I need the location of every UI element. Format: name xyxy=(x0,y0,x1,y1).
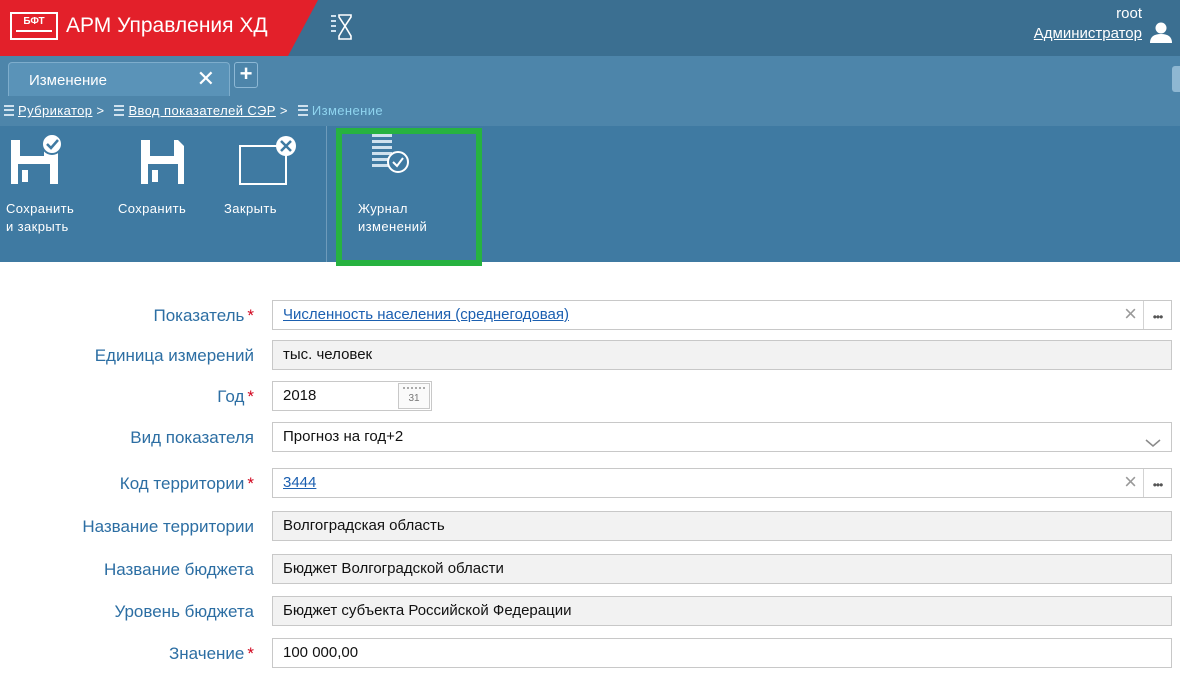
territory-code-label: Код территории * xyxy=(119,474,254,493)
breadcrumb: Рубрикатор > Ввод показателей СЭР > Измене… xyxy=(0,96,1180,126)
row-territory-code: Код территории * 3444 × ••• xyxy=(0,468,1180,500)
list-icon xyxy=(297,105,308,116)
breadcrumb-item-current: Изменение xyxy=(311,103,383,118)
user-name: root xyxy=(1116,5,1142,22)
unit-field: тыс. человек xyxy=(272,340,1172,370)
hourglass-icon[interactable] xyxy=(330,14,352,43)
highlight-frame xyxy=(336,128,482,266)
user-role[interactable]: Администратор xyxy=(1034,24,1142,44)
budget-name-label: Название бюджета xyxy=(103,560,254,579)
app-title: АРМ Управления ХД xyxy=(66,14,268,37)
territory-code-field[interactable]: 3444 × ••• xyxy=(272,468,1172,498)
row-indicator: Показатель * Численность населения (средн… xyxy=(0,300,1180,332)
title-bar: БФТ АРМ Управления ХД root Администратор xyxy=(0,0,1180,56)
tab-change[interactable]: Изменение ✕ xyxy=(8,62,230,96)
save-button[interactable]: Сохранить xyxy=(118,126,210,262)
row-territory-name: Название территории Волгоградская област… xyxy=(0,511,1180,543)
year-value: 2018 xyxy=(283,387,317,404)
clear-icon[interactable]: × xyxy=(1124,301,1137,327)
list-icon xyxy=(4,105,14,116)
close-form-icon xyxy=(239,136,296,185)
kind-value: Прогноз на год+2 xyxy=(283,428,404,445)
budget-level-label: Уровень бюджета xyxy=(114,602,254,621)
save-close-icon xyxy=(11,133,63,184)
budget-name-field: Бюджет Волгоградской области xyxy=(272,554,1172,584)
tab-label: Изменение xyxy=(29,72,107,89)
add-tab-button[interactable]: + xyxy=(234,62,258,88)
territory-name-field: Волгоградская область xyxy=(272,511,1172,541)
save-and-close-button[interactable]: Сохранить и закрыть xyxy=(6,126,106,262)
toolbar-divider xyxy=(326,126,327,262)
kind-select[interactable]: Прогноз на год+2 xyxy=(272,422,1172,452)
amount-value: 100 000,00 xyxy=(283,644,359,661)
amount-field[interactable]: 100 000,00 xyxy=(272,638,1172,668)
territory-name-label: Название территории xyxy=(82,517,254,536)
close-tab-icon[interactable]: ✕ xyxy=(197,67,215,91)
unit-label: Единица измерений xyxy=(94,346,254,365)
ellipsis-button[interactable]: ••• xyxy=(1143,469,1171,497)
year-label: Год * xyxy=(217,387,254,406)
row-amount: Значение * 100 000,00 xyxy=(0,638,1180,670)
kind-label: Вид показателя xyxy=(130,428,254,447)
indicator-value[interactable]: Численность населения (среднегодовая) xyxy=(283,306,569,323)
tab-strip: Изменение ✕ + xyxy=(0,56,1180,96)
save-label: Сохранить xyxy=(118,201,187,216)
territory-code-value[interactable]: 3444 xyxy=(283,474,316,491)
clear-icon[interactable]: × xyxy=(1124,469,1137,495)
row-budget-name: Название бюджета Бюджет Волгоградской об… xyxy=(0,554,1180,586)
list-icon xyxy=(114,105,125,116)
close-label: Закрыть xyxy=(224,201,277,216)
user-icon[interactable] xyxy=(1148,22,1174,47)
row-unit: Единица измерений тыс. человек xyxy=(0,340,1180,372)
breadcrumb-item-rubricator[interactable]: Рубрикатор xyxy=(18,103,92,118)
breadcrumb-item-ser-input[interactable]: Ввод показателей СЭР xyxy=(128,103,275,118)
amount-label: Значение * xyxy=(168,644,254,663)
row-kind: Вид показателя Прогноз на год+2 xyxy=(0,422,1180,454)
ellipsis-button[interactable]: ••• xyxy=(1143,301,1171,329)
indicator-label: Показатель * xyxy=(153,306,254,325)
budget-level-field: Бюджет субъекта Российской Федерации xyxy=(272,596,1172,626)
toolbar: Сохранить и закрыть Сохранить Закрыть Жу… xyxy=(0,126,1180,262)
chevron-down-icon[interactable] xyxy=(1145,430,1161,458)
user-info[interactable]: root Администратор xyxy=(1034,4,1142,44)
calendar-icon[interactable]: 31 xyxy=(398,383,430,409)
indicator-field[interactable]: Численность населения (среднегодовая) × … xyxy=(272,300,1172,330)
save-icon xyxy=(141,140,184,184)
close-button[interactable]: Закрыть xyxy=(224,126,314,262)
save-and-close-label: Сохранить и закрыть xyxy=(6,201,75,234)
row-budget-level: Уровень бюджета Бюджет субъекта Российск… xyxy=(0,596,1180,628)
company-logo: БФТ xyxy=(10,12,58,40)
brand[interactable]: БФТ АРМ Управления ХД xyxy=(0,0,318,56)
tab-scroll-handle[interactable] xyxy=(1172,66,1180,92)
row-year: Год * 2018 31 xyxy=(0,381,1180,413)
